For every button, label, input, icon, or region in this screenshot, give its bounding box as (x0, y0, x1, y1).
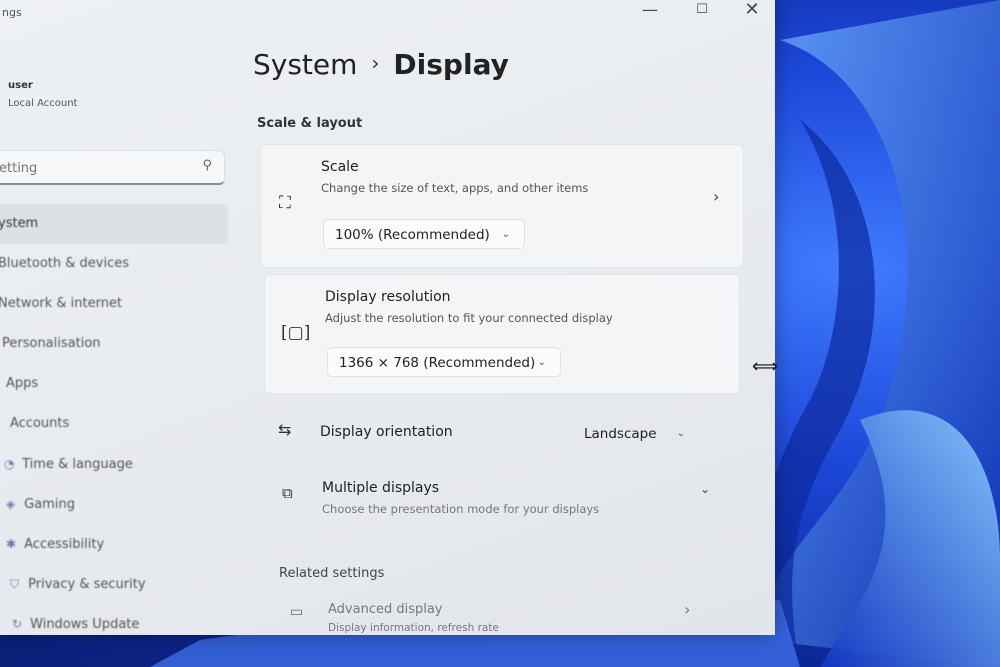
resolution-dropdown[interactable]: 1366 × 768 (Recommended) ⌄ (327, 347, 561, 377)
multiple-displays-icon: ⧉ (282, 484, 293, 502)
section-title-scale-layout: Scale & layout (257, 116, 363, 131)
sidebar-item-personalisation[interactable]: Personalisation (0, 324, 228, 364)
main-content: System › Display Scale & layout ⛶ Scale Ch… (240, 0, 760, 635)
accessibility-icon: ✱ (6, 537, 17, 551)
breadcrumb: System › Display (253, 48, 509, 81)
multiple-displays-row[interactable]: ⧉ Multiple displays Choose the presentat… (270, 472, 736, 522)
scale-card[interactable]: ⛶ Scale Change the size of text, apps, a… (260, 144, 744, 268)
advanced-display-row[interactable]: ▭ Advanced display Display information, … (280, 598, 736, 635)
chevron-down-icon: ⌄ (501, 229, 510, 240)
sidebar-nav: ystem Bluetooth & devices Network & inte… (0, 204, 228, 635)
sidebar-item-accessibility[interactable]: ✱ Accessibility (0, 524, 228, 564)
multiple-displays-title: Multiple displays (322, 480, 440, 496)
sidebar-item-label: Privacy & security (28, 577, 146, 592)
scale-dropdown[interactable]: 100% (Recommended) ⌄ (323, 219, 525, 249)
sidebar-item-windows-update[interactable]: ↻ Windows Update (0, 604, 228, 635)
sidebar-item-label: Network & internet (0, 296, 123, 311)
chevron-right-icon[interactable]: › (713, 187, 719, 206)
gamepad-icon: ◈ (6, 497, 16, 511)
resolution-title: Display resolution (325, 289, 451, 305)
orientation-row: ⇆ Display orientation Landscape ⌄ (268, 410, 738, 454)
orientation-value: Landscape (584, 426, 657, 442)
scale-subtitle: Change the size of text, apps, and other… (321, 181, 589, 195)
search-box[interactable]: ⚲ (0, 150, 225, 185)
sidebar-item-apps[interactable]: Apps (0, 364, 228, 404)
multiple-displays-subtitle: Choose the presentation mode for your di… (322, 502, 600, 516)
sidebar-item-label: Time & language (22, 457, 133, 472)
sidebar-item-label: ystem (0, 216, 39, 231)
sidebar-item-time-language[interactable]: ◔ Time & language (0, 444, 228, 484)
resolution-card: [▢] Display resolution Adjust the resolu… (264, 274, 740, 394)
sidebar-item-network[interactable]: Network & internet (0, 284, 228, 324)
sidebar-item-label: Gaming (24, 497, 75, 512)
resize-cursor-icon: ⟺ (752, 356, 778, 377)
sidebar-item-label: Bluetooth & devices (0, 256, 129, 271)
resolution-subtitle: Adjust the resolution to fit your connec… (325, 311, 613, 325)
shield-icon: ⛉ (10, 577, 20, 591)
sidebar-item-label: Windows Update (30, 617, 140, 632)
breadcrumb-parent[interactable]: System (253, 48, 357, 81)
sidebar-item-gaming[interactable]: ◈ Gaming (0, 484, 228, 524)
account-type: Local Account (8, 98, 78, 109)
update-icon: ↻ (12, 617, 23, 631)
monitor-icon: ▭ (290, 604, 304, 620)
sidebar: user Local Account ⚲ ystem Bluetooth & d… (0, 0, 230, 635)
sidebar-item-label: Accessibility (24, 537, 105, 552)
chevron-right-icon[interactable]: › (684, 600, 690, 619)
sidebar-item-system[interactable]: ystem (0, 204, 228, 244)
settings-window: ngs — ☐ ✕ user Local Account ⚲ ystem Blu… (0, 0, 775, 635)
orientation-dropdown[interactable]: Landscape ⌄ (572, 418, 700, 448)
sidebar-item-accounts[interactable]: Accounts (0, 404, 228, 444)
sidebar-item-label: Accounts (10, 416, 70, 431)
advanced-display-title: Advanced display (328, 602, 443, 617)
page-title: Display (393, 48, 509, 81)
resolution-icon: [▢] (281, 323, 311, 343)
chevron-down-icon: ⌄ (537, 357, 546, 368)
orientation-icon: ⇆ (278, 420, 292, 439)
sidebar-item-label: Apps (6, 376, 39, 391)
chevron-down-icon[interactable]: ⌄ (700, 482, 710, 496)
orientation-title: Display orientation (320, 424, 453, 440)
breadcrumb-separator: › (371, 51, 380, 75)
user-name: user (8, 80, 33, 91)
scale-icon: ⛶ (279, 193, 291, 213)
scale-value: 100% (Recommended) (335, 227, 490, 243)
sidebar-item-bluetooth[interactable]: Bluetooth & devices (0, 244, 228, 284)
section-title-related-settings: Related settings (279, 566, 385, 581)
scale-title: Scale (321, 159, 359, 175)
sidebar-item-label: Personalisation (2, 336, 101, 351)
chevron-down-icon: ⌄ (676, 428, 685, 439)
clock-icon: ◔ (4, 457, 15, 471)
advanced-display-subtitle: Display information, refresh rate (328, 622, 499, 634)
sidebar-item-privacy-security[interactable]: ⛉ Privacy & security (0, 564, 228, 604)
resolution-value: 1366 × 768 (Recommended) (339, 355, 536, 371)
search-input[interactable] (0, 157, 186, 179)
search-icon[interactable]: ⚲ (202, 158, 212, 173)
